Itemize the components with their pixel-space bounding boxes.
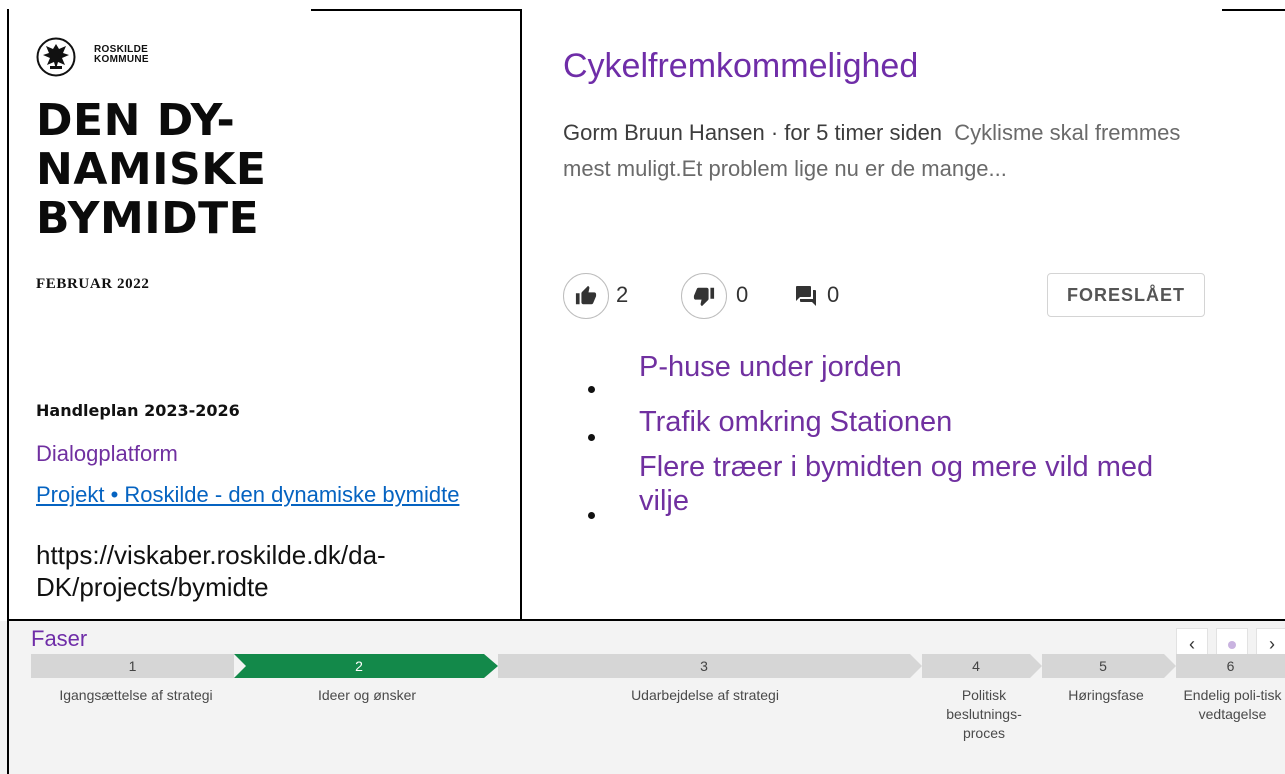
- table-top-border-left: [311, 9, 522, 11]
- phases-title: Faser: [31, 626, 88, 651]
- page-indicator-dot-icon: [1228, 641, 1236, 650]
- idea-item-2[interactable]: Trafik omkring Stationen: [639, 405, 952, 439]
- bullet-1: [588, 386, 595, 393]
- logo-wordmark: ROSKILDE KOMMUNE: [94, 44, 149, 65]
- idea-item-1[interactable]: P-huse under jorden: [639, 350, 902, 384]
- phase-step-1[interactable]: 1: [31, 654, 234, 678]
- bullet-2: [588, 434, 595, 441]
- handleplan-heading: Handleplan 2023-2026: [36, 401, 240, 420]
- table-left-border-lower: [7, 621, 9, 774]
- project-link[interactable]: Projekt • Roskilde - den dynamiske bymid…: [36, 481, 466, 509]
- phase-step-2[interactable]: 2: [234, 654, 484, 678]
- cover-title: DEN DY- NAMISKE BYMIDTE: [36, 95, 267, 244]
- dislike-button[interactable]: [681, 273, 727, 319]
- phase-label-2: Ideer og ønsker: [317, 687, 417, 703]
- table-top-border-right: [1222, 9, 1285, 11]
- like-count: 2: [616, 282, 629, 307]
- table-column-divider: [520, 9, 522, 622]
- idea-author: Gorm Bruun Hansen · for 5 timer siden: [563, 120, 943, 145]
- idea-item-3[interactable]: Flere træer i bymidten og mere vild med …: [639, 450, 1199, 518]
- phase-3-point: [910, 654, 922, 678]
- phase-label-6: Endelig poli-tisk vedtagelse: [1183, 687, 1282, 722]
- phase-label-3: Udarbejdelse af strategi: [631, 687, 779, 703]
- phase-label-1: Igangsættelse af strategi: [59, 687, 213, 703]
- phase-step-3[interactable]: 3: [498, 654, 910, 678]
- project-url: https://viskaber.roskilde.dk/da-DK/proje…: [36, 540, 386, 602]
- phase-label-4: Politisk beslutnings-proces: [946, 687, 1022, 741]
- phase-2-notch-left: [234, 654, 246, 678]
- phase-label-5: Høringsfase: [1068, 687, 1144, 703]
- idea-title[interactable]: Cykelfremkommelighed: [563, 47, 918, 86]
- phase-5-point: [1164, 654, 1176, 678]
- roskilde-coat-of-arms-logo: [36, 37, 76, 77]
- phase-2-point: [484, 654, 498, 678]
- dislike-count: 0: [736, 282, 749, 307]
- phase-step-5[interactable]: 5: [1042, 654, 1164, 678]
- phase-4-point: [1030, 654, 1042, 678]
- phase-step-4[interactable]: 4: [922, 654, 1030, 678]
- comment-icon[interactable]: [794, 284, 818, 308]
- cover-date: FEBRUAR 2022: [36, 276, 150, 292]
- like-button[interactable]: [563, 273, 609, 319]
- status-badge: FORESLÅET: [1047, 273, 1205, 317]
- thumbs-up-icon: [575, 285, 597, 305]
- idea-meta: Gorm Bruun Hansen · for 5 timer siden Cy…: [563, 115, 1233, 187]
- dialogplatform-label: Dialogplatform: [36, 441, 178, 466]
- comment-count: 0: [827, 282, 840, 307]
- phase-step-6[interactable]: 6: [1176, 654, 1285, 678]
- bullet-3: [588, 512, 595, 519]
- thumbs-down-icon: [693, 287, 715, 307]
